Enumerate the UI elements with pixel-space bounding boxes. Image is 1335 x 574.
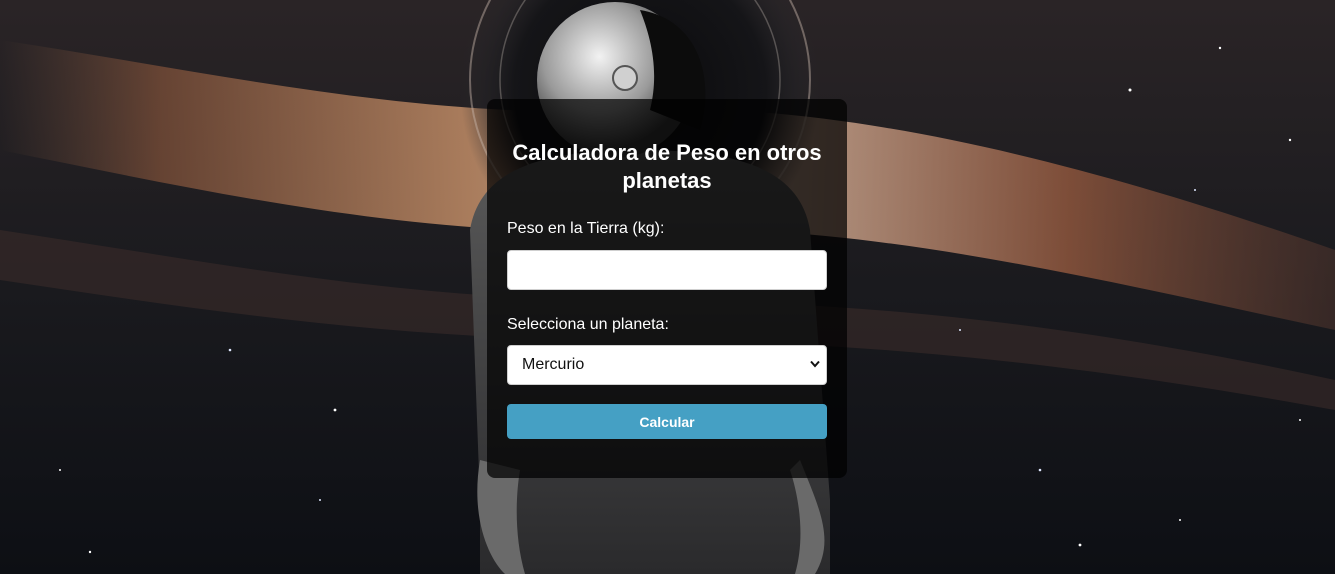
weight-calculator-card: Calculadora de Peso en otros planetas Pe… [487,99,847,478]
chevron-down-icon [810,360,820,368]
calculate-button[interactable]: Calcular [507,404,827,439]
page: Calculadora de Peso en otros planetas Pe… [0,0,1335,574]
planet-select-value: Mercurio [522,356,585,373]
page-title: Calculadora de Peso en otros planetas [512,140,822,193]
weight-input[interactable] [507,250,827,290]
planet-select[interactable]: Mercurio [507,345,827,385]
weight-label: Peso en la Tierra (kg): [507,220,665,237]
planet-label: Selecciona un planeta: [507,316,669,333]
